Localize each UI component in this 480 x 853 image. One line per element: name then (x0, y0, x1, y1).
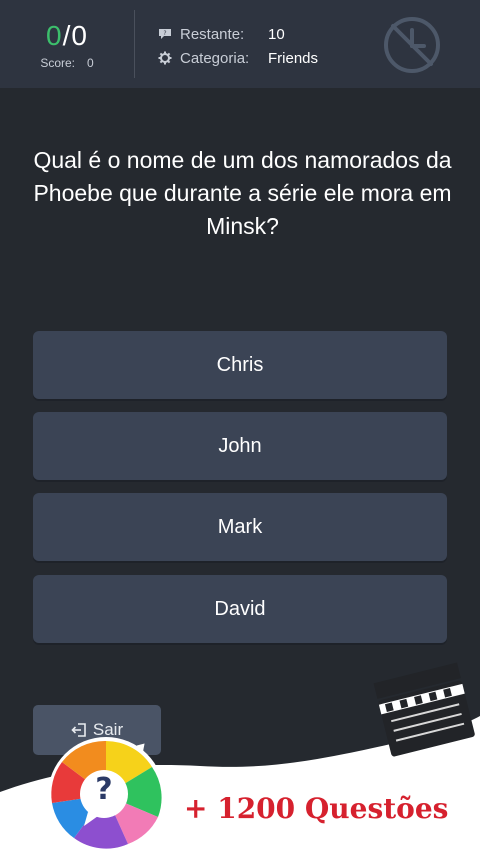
score-value: 0 (87, 56, 94, 70)
answer-option-1[interactable]: Chris (33, 331, 447, 399)
gear-icon (158, 51, 176, 65)
exit-label: Sair (92, 720, 124, 739)
answer-option-3[interactable]: Mark (33, 493, 447, 561)
category-row: Categoria: Friends (158, 48, 318, 68)
remaining-value: 10 (268, 25, 285, 43)
remaining-label: Restante: (180, 25, 245, 43)
answer-option-4[interactable]: David (33, 575, 447, 643)
score-counter: 0/0 (0, 20, 134, 52)
speech-bubble-icon: ? (158, 27, 176, 41)
svg-text:?: ? (163, 30, 166, 37)
exit-icon (71, 722, 87, 738)
timer-off-icon (383, 16, 441, 74)
promo-text[interactable]: + 1200 Questões (184, 792, 448, 825)
header-divider (134, 10, 135, 78)
remaining-row: ? Restante: 10 (158, 24, 285, 44)
question-text: Qual é o nome de um dos namorados da Pho… (33, 147, 452, 239)
answer-option-2[interactable]: John (33, 412, 447, 480)
score-label: Score: (40, 56, 75, 70)
total-count: 0 (71, 20, 88, 51)
category-label: Categoria: (180, 49, 250, 67)
exit-button[interactable]: Sair (33, 705, 161, 755)
correct-count: 0 (46, 20, 63, 51)
question-mark-glyph: ? (95, 772, 113, 807)
header-bar: 0/0 Score: 0 ? Restante: 10 Categoria: Fr… (0, 0, 480, 88)
category-value: Friends (268, 49, 319, 67)
score-line: Score: 0 (0, 56, 134, 70)
